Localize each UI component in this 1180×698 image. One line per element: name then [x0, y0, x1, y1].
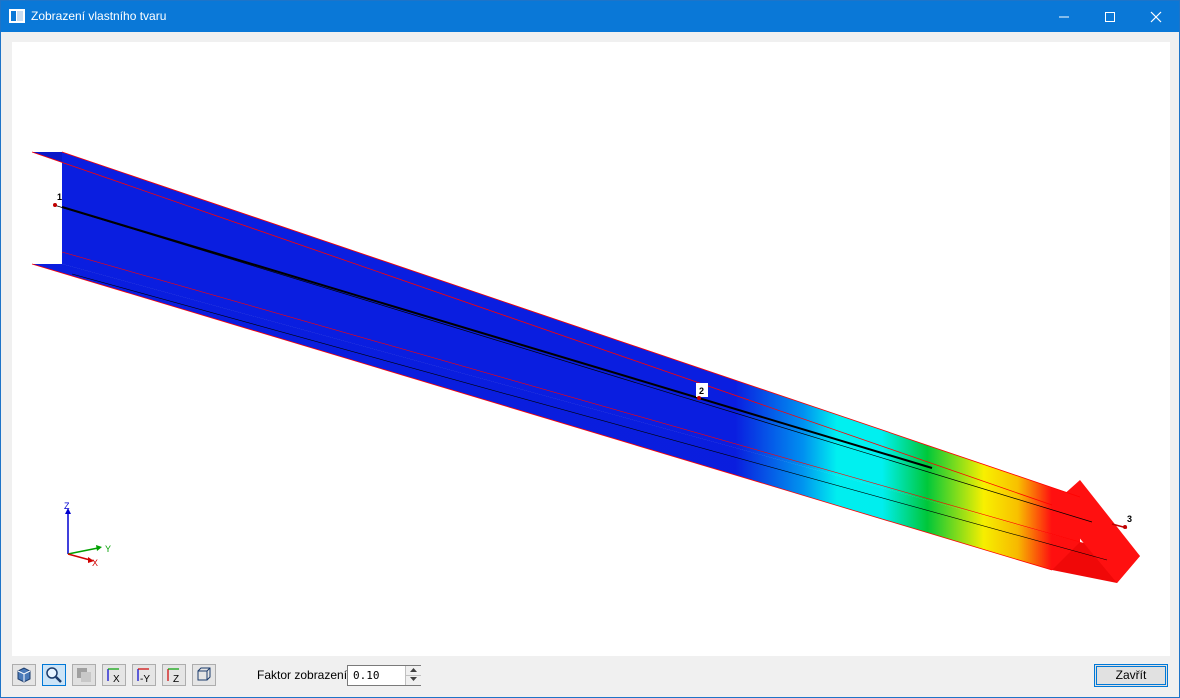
- view-minus-y-icon: -Y: [137, 668, 150, 684]
- 3d-viewport[interactable]: 1 2 3 Z Y X: [12, 42, 1170, 656]
- axis-y-label: Y: [105, 544, 111, 554]
- bottom-toolbar: X -Y Z Faktor zobrazení: 0.10 Zavřít: [1, 660, 1179, 697]
- close-button[interactable]: Zavřít: [1094, 664, 1168, 687]
- chevron-down-icon: [410, 677, 417, 681]
- maximize-icon: [1105, 12, 1115, 22]
- zoom-icon: [46, 667, 62, 683]
- beam-mode-shape-render: 1 2 3 Z Y X: [31, 151, 1140, 583]
- node-1-marker[interactable]: 1: [53, 192, 62, 207]
- view-z-button[interactable]: Z: [162, 664, 186, 686]
- factor-spinner[interactable]: [405, 666, 421, 685]
- factor-value[interactable]: 0.10: [353, 669, 380, 682]
- svg-text:X: X: [113, 674, 120, 684]
- node-1-label: 1: [57, 192, 62, 202]
- view-3d-icon: [17, 667, 31, 683]
- title-bar[interactable]: Zobrazení vlastního tvaru: [1, 1, 1179, 32]
- dialog-window: Zobrazení vlastního tvaru 1 2 3 Z Y X X …: [0, 0, 1180, 698]
- zoom-button[interactable]: [42, 664, 66, 686]
- axis-triad: Z Y X: [64, 501, 111, 568]
- svg-text:-Y: -Y: [140, 674, 150, 684]
- chevron-up-icon: [410, 668, 417, 672]
- view-z-icon: Z: [167, 668, 179, 684]
- axis-z-label: Z: [64, 501, 70, 511]
- view-iso-button[interactable]: [192, 664, 216, 686]
- maximize-button[interactable]: [1087, 1, 1133, 32]
- render-mode-button[interactable]: [72, 664, 96, 686]
- render-mode-icon: [77, 668, 91, 682]
- axis-x-label: X: [92, 558, 98, 568]
- node-3-label: 3: [1127, 514, 1132, 524]
- window-app-icon: [9, 9, 25, 23]
- window-title: Zobrazení vlastního tvaru: [31, 9, 167, 23]
- web-plate: [62, 152, 1080, 542]
- view-x-button[interactable]: X: [102, 664, 126, 686]
- svg-text:Z: Z: [173, 674, 179, 684]
- factor-label: Faktor zobrazení:: [257, 668, 351, 682]
- node-2-label: 2: [699, 386, 704, 396]
- close-window-button[interactable]: [1133, 1, 1179, 32]
- bottom-flange-face: [32, 264, 1080, 570]
- spin-down-button[interactable]: [406, 675, 421, 684]
- view-x-icon: X: [107, 668, 120, 684]
- minimize-icon: [1059, 16, 1069, 18]
- view-minus-y-button[interactable]: -Y: [132, 664, 156, 686]
- minimize-button[interactable]: [1041, 1, 1087, 32]
- view-3d-button[interactable]: [12, 664, 36, 686]
- close-icon: [1150, 11, 1162, 23]
- factor-input[interactable]: 0.10: [347, 665, 421, 686]
- view-iso-icon: [197, 667, 211, 681]
